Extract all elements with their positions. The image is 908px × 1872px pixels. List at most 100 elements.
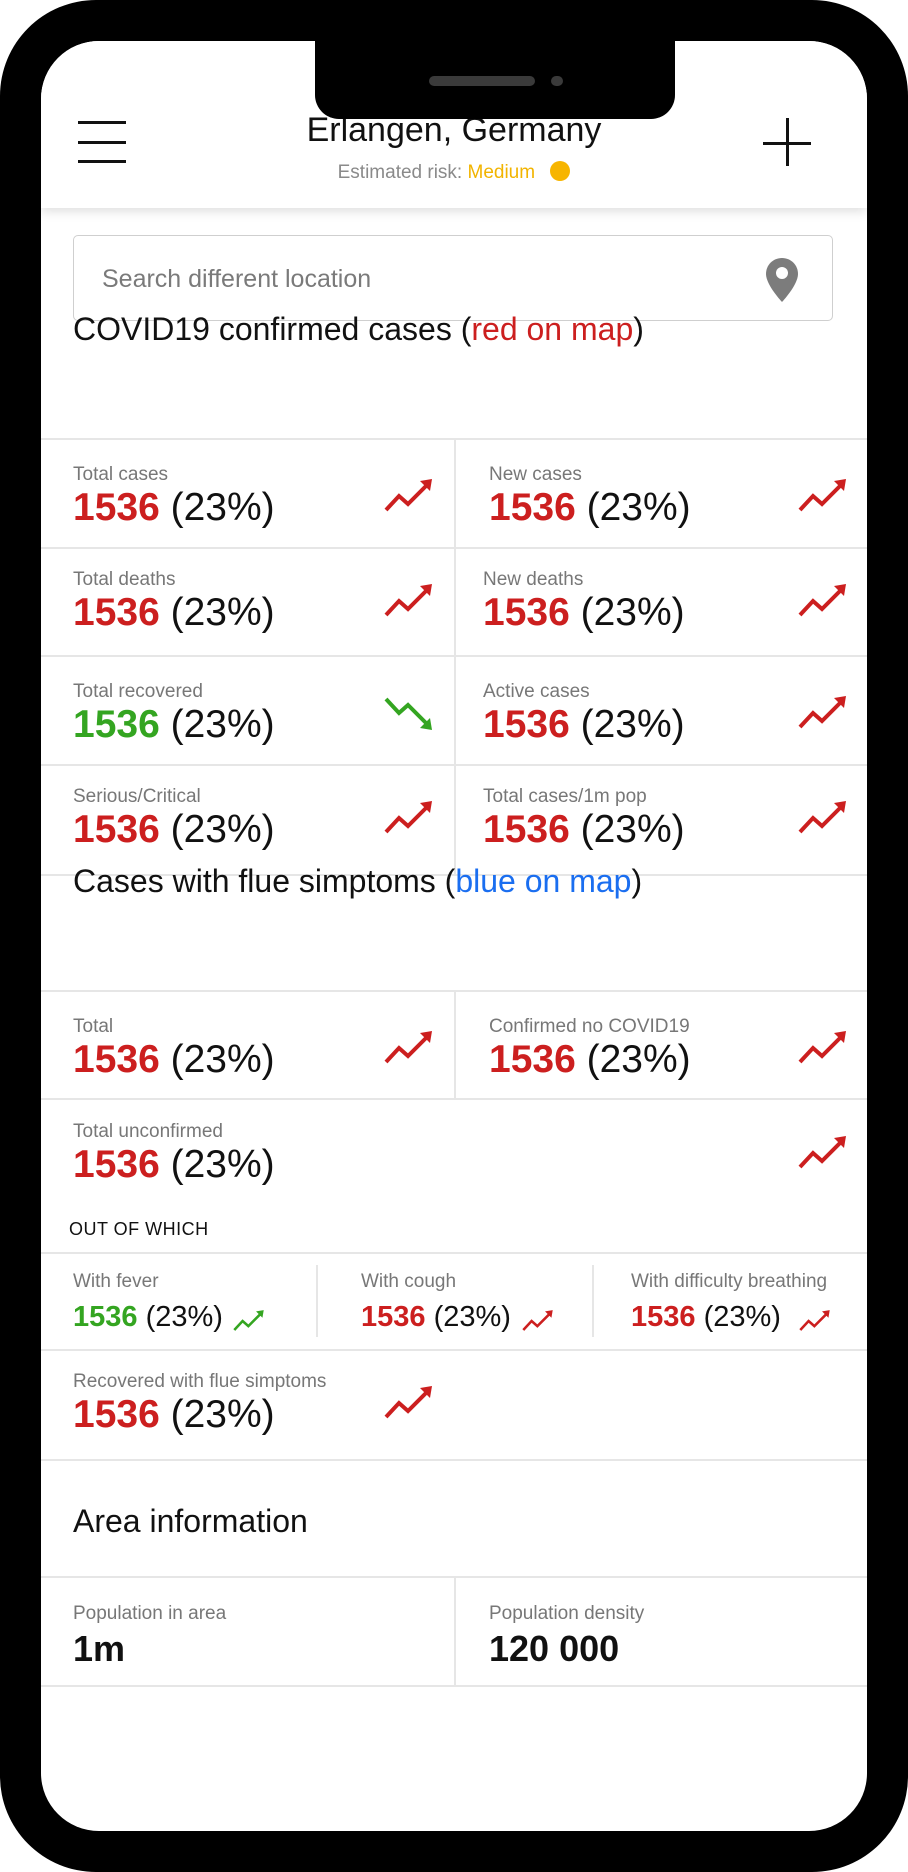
column-divider <box>454 438 456 874</box>
stat-label: Confirmed no COVID19 <box>489 1016 690 1037</box>
divider <box>41 1685 867 1687</box>
front-camera <box>551 76 563 86</box>
stat-percent: (23%) <box>170 486 275 529</box>
stat-number: 1536 <box>631 1301 696 1333</box>
covid-title-highlight: red on map <box>471 311 634 347</box>
stat-percent: (23%) <box>170 703 275 746</box>
stat-label: New deaths <box>483 569 584 590</box>
risk-label: Estimated risk: <box>337 162 463 183</box>
stat-percent: (23%) <box>580 703 685 746</box>
trend-up-icon <box>798 583 848 619</box>
covid-title-suffix: ) <box>633 311 644 347</box>
stat-value: 1536 (23%) <box>483 703 685 747</box>
stat-value: 1536 (23%) <box>73 703 275 747</box>
population-label: Population in area <box>73 1603 227 1624</box>
trend-up-icon <box>798 1135 848 1171</box>
flu-title-highlight: blue on map <box>455 863 632 899</box>
stat-percent: (23%) <box>170 808 275 851</box>
stat-percent: (23%) <box>170 1143 275 1186</box>
trend-up-icon <box>798 800 848 836</box>
search-box[interactable] <box>73 235 833 322</box>
sub-stat-label: With cough <box>361 1271 457 1292</box>
stat-percent: (23%) <box>586 1038 691 1081</box>
speaker-grille <box>429 76 535 86</box>
column-divider <box>454 1576 456 1685</box>
divider <box>41 1098 867 1100</box>
divider <box>41 1252 867 1254</box>
stat-number: 1536 <box>361 1301 426 1333</box>
population-value: 1m <box>73 1628 126 1669</box>
area-section-title: Area information <box>73 1503 308 1539</box>
trend-up-icon <box>799 1309 831 1333</box>
covid-title-prefix: COVID19 confirmed cases ( <box>73 311 472 347</box>
trend-up-icon <box>522 1309 554 1333</box>
stat-label: Recovered with flue simptoms <box>73 1371 327 1392</box>
stat-percent: (23%) <box>586 486 691 529</box>
stat-number: 1536 <box>73 1143 160 1186</box>
trend-down-icon <box>384 695 434 731</box>
phone-notch <box>315 41 675 119</box>
stat-number: 1536 <box>73 808 160 851</box>
column-divider <box>316 1265 318 1337</box>
flu-section-title: Cases with flue simptoms (blue on map) <box>73 863 642 900</box>
stat-number: 1536 <box>73 1301 138 1333</box>
stat-percent: (23%) <box>433 1301 511 1333</box>
stat-value: 1536 (23%) <box>483 808 685 852</box>
trend-up-icon <box>384 478 434 514</box>
sub-stat-label: With difficulty breathing <box>631 1271 828 1292</box>
stat-value: 1536 (23%) <box>73 1393 275 1437</box>
app-screen: Erlangen, Germany Estimated risk: Medium… <box>41 41 867 1831</box>
location-pin-icon[interactable] <box>766 258 798 302</box>
column-divider <box>454 990 456 1098</box>
risk-dot-icon <box>550 161 571 181</box>
stat-percent: (23%) <box>580 591 685 634</box>
stat-number: 1536 <box>73 591 160 634</box>
divider <box>41 1349 867 1351</box>
sub-stat-label: With fever <box>73 1271 159 1292</box>
add-plus-icon[interactable] <box>763 118 813 168</box>
stat-percent: (23%) <box>703 1301 781 1333</box>
search-input[interactable] <box>100 236 744 322</box>
stat-percent: (23%) <box>170 591 275 634</box>
flu-title-prefix: Cases with flue simptoms ( <box>73 863 456 899</box>
stat-number: 1536 <box>73 486 160 529</box>
stat-label: Total <box>73 1016 114 1037</box>
stat-value: 1536 (23%) <box>73 486 275 530</box>
sub-stat-fever-value: 1536 (23%) <box>73 1301 223 1334</box>
stat-label: New cases <box>489 464 582 485</box>
trend-up-icon <box>798 1030 848 1066</box>
stat-label: Active cases <box>483 681 590 702</box>
stat-value: 1536 (23%) <box>489 486 691 530</box>
trend-up-icon <box>798 695 848 731</box>
stat-percent: (23%) <box>170 1393 275 1436</box>
stat-label: Total cases <box>73 464 169 485</box>
flu-title-suffix: ) <box>631 863 643 899</box>
stat-number: 1536 <box>73 703 160 746</box>
stat-number: 1536 <box>489 1038 576 1081</box>
stat-value: 1536 (23%) <box>73 591 275 635</box>
stat-label: Total recovered <box>73 681 203 702</box>
trend-up-icon <box>798 478 848 514</box>
density-label: Population density <box>489 1603 645 1624</box>
stat-value: 1536 (23%) <box>73 808 275 852</box>
trend-up-icon <box>233 1309 265 1333</box>
stat-percent: (23%) <box>170 1038 275 1081</box>
stat-label: Total unconfirmed <box>73 1121 223 1142</box>
sub-stat-breathing-value: 1536 (23%) <box>631 1301 781 1334</box>
stat-number: 1536 <box>483 591 570 634</box>
risk-value: Medium <box>467 162 536 183</box>
stat-value: 1536 (23%) <box>73 1038 275 1082</box>
divider <box>41 1459 867 1461</box>
stat-value: 1536 (23%) <box>483 591 685 635</box>
stat-value: 1536 (23%) <box>73 1143 275 1187</box>
stat-label: Total cases/1m pop <box>483 786 647 807</box>
trend-up-icon <box>384 583 434 619</box>
stat-number: 1536 <box>73 1038 160 1081</box>
stat-number: 1536 <box>483 703 570 746</box>
stat-number: 1536 <box>73 1393 160 1436</box>
density-value: 120 000 <box>489 1628 620 1669</box>
trend-up-icon <box>384 1385 434 1421</box>
stat-label: Serious/Critical <box>73 786 201 807</box>
stat-value: 1536 (23%) <box>489 1038 691 1082</box>
column-divider <box>592 1265 594 1337</box>
